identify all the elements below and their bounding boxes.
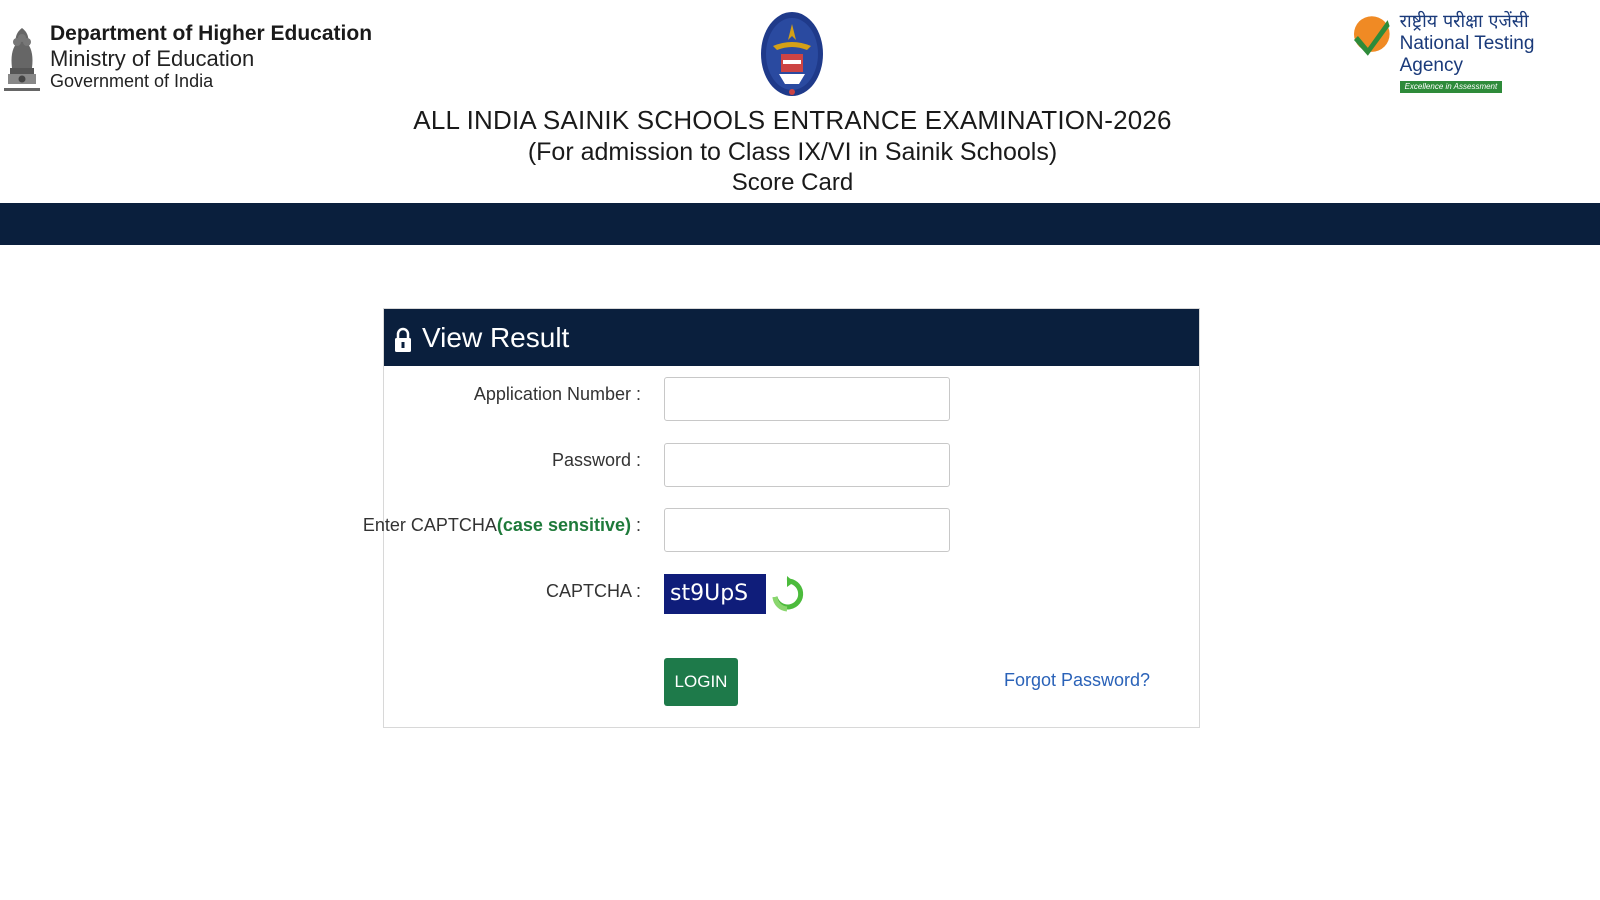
view-result-panel: View Result Application Number : Passwor… xyxy=(363,308,1200,728)
password-input[interactable] xyxy=(664,443,950,487)
password-label: Password : xyxy=(551,450,641,470)
national-emblem-icon xyxy=(4,28,40,91)
captcha-input[interactable] xyxy=(664,508,950,552)
nta-hindi-name: राष्ट्रीय परीक्षा एजेंसी xyxy=(1399,11,1529,32)
panel-title: View Result xyxy=(422,321,570,353)
nav-bar xyxy=(0,203,1600,245)
refresh-captcha-icon[interactable] xyxy=(770,576,804,614)
sainik-school-logo-icon xyxy=(761,12,823,96)
captcha-image: st9UpS xyxy=(664,574,766,614)
page-title: Score Card xyxy=(731,168,854,196)
dept-name: Department of Higher Education xyxy=(50,22,373,45)
nta-english-name: National Testing Agency xyxy=(1399,32,1535,76)
govt-branding: Department of Higher Education Ministry … xyxy=(2,22,372,98)
captcha-input-label-suffix: : xyxy=(630,515,641,535)
exam-title: ALL INDIA SAINIK SCHOOLS ENTRANCE EXAMIN… xyxy=(413,105,1172,135)
forgot-password-link[interactable]: Forgot Password? xyxy=(1004,670,1150,691)
lock-icon xyxy=(395,327,411,352)
captcha-input-row: Enter CAPTCHA(case sensitive) : xyxy=(363,508,1199,552)
login-button[interactable]: LOGIN xyxy=(664,658,738,706)
exam-subtitle: (For admission to Class IX/VI in Sainik … xyxy=(527,137,1058,166)
application-number-input[interactable] xyxy=(664,377,950,421)
captcha-label: CAPTCHA : xyxy=(545,581,641,601)
captcha-row: CAPTCHA : st9UpS xyxy=(384,574,1199,618)
ministry-name: Ministry of Education xyxy=(50,46,255,72)
nta-check-logo-icon xyxy=(1353,16,1390,56)
nta-branding: राष्ट्रीय परीक्षा एजेंसी National Testin… xyxy=(1352,11,1600,95)
application-number-label: Application Number : xyxy=(473,384,641,404)
panel-header: View Result xyxy=(384,309,1199,366)
govt-name: Government of India xyxy=(50,71,214,92)
application-number-row: Application Number : xyxy=(384,377,1199,421)
captcha-input-label-prefix: Enter CAPTCHA xyxy=(362,515,497,535)
captcha-input-label: Enter CAPTCHA(case sensitive) : xyxy=(363,515,641,536)
page-header: Department of Higher Education Ministry … xyxy=(0,0,1600,203)
nta-tagline: Excellence in Assessment xyxy=(1399,81,1503,93)
case-sensitive-note: (case sensitive) xyxy=(496,515,631,535)
exam-title-block: ALL INDIA SAINIK SCHOOLS ENTRANCE EXAMIN… xyxy=(0,104,1585,198)
password-row: Password : xyxy=(384,443,1199,487)
